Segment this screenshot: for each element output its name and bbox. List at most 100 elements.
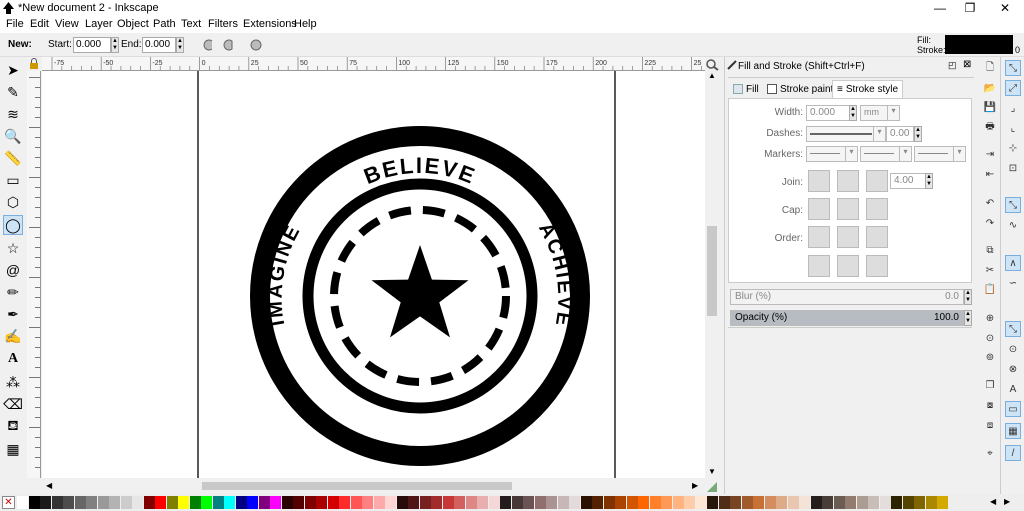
dash-offset-spin-arrows[interactable]: ▲ ▼	[914, 126, 922, 142]
zoom-page-icon[interactable]: ⊚	[982, 349, 998, 365]
color-swatch[interactable]	[649, 496, 661, 509]
spiral-tool-icon[interactable]: @	[3, 260, 23, 280]
color-swatch[interactable]	[454, 496, 465, 509]
color-swatch[interactable]	[488, 496, 500, 509]
snap-others-icon[interactable]: ⤡	[1005, 321, 1021, 337]
color-swatch[interactable]	[465, 496, 477, 509]
clone-icon[interactable]: ⧇	[982, 397, 998, 413]
spray-tool-icon[interactable]: ⁂	[3, 372, 23, 392]
tab-fill[interactable]: Fill	[733, 80, 759, 98]
color-swatch[interactable]	[626, 496, 638, 509]
color-swatch[interactable]	[615, 496, 626, 509]
round-cap-button[interactable]	[837, 198, 859, 220]
blur-spin-arrows[interactable]: ▲ ▼	[964, 289, 972, 305]
tab-stroke-paint[interactable]: Stroke paint	[767, 80, 833, 98]
save-icon[interactable]: 💾	[982, 99, 998, 115]
color-swatch[interactable]	[212, 496, 224, 509]
bevel-join-button[interactable]	[866, 170, 888, 192]
snap-bbox-corner-icon[interactable]: ⌞	[1005, 120, 1021, 136]
menu-path[interactable]: Path	[153, 18, 176, 30]
snap-guides-icon[interactable]: /	[1005, 445, 1021, 461]
color-swatch[interactable]	[40, 496, 51, 509]
selector-tool-icon[interactable]: ➤	[3, 60, 23, 80]
color-swatch[interactable]	[833, 496, 845, 509]
unit-select[interactable]: mm ▾	[860, 105, 900, 121]
color-swatch[interactable]	[189, 496, 201, 509]
menu-file[interactable]: File	[6, 18, 24, 30]
width-input[interactable]: 0.000	[806, 105, 850, 121]
color-swatch[interactable]	[258, 496, 270, 509]
color-swatch[interactable]	[695, 496, 707, 509]
order-stroke-markers-fill-button[interactable]	[837, 255, 859, 277]
color-swatch[interactable]	[592, 496, 603, 509]
color-swatch[interactable]	[776, 496, 787, 509]
snap-cusp-icon[interactable]: ∧	[1005, 255, 1021, 271]
width-spin-arrows[interactable]: ▲ ▼	[849, 105, 857, 121]
menu-view[interactable]: View	[55, 18, 79, 30]
color-swatch[interactable]	[810, 496, 822, 509]
scroll-down-icon[interactable]: ▼	[708, 467, 716, 476]
scroll-right-icon[interactable]: ▶	[692, 481, 698, 490]
start-spin-arrows[interactable]: ▲ ▼	[111, 37, 119, 53]
color-swatch[interactable]	[718, 496, 730, 509]
pencil-tool-icon[interactable]: ✏	[3, 282, 23, 302]
color-swatch[interactable]	[546, 496, 557, 509]
snap-center-icon[interactable]: ⊙	[1005, 341, 1021, 357]
fill-swatch[interactable]	[945, 35, 1013, 54]
no-paint-swatch[interactable]: ✕	[2, 496, 15, 509]
dash-pattern-select[interactable]: ▾	[806, 126, 886, 142]
color-swatch[interactable]	[51, 496, 63, 509]
color-swatch[interactable]	[569, 496, 580, 509]
xml-editor-icon[interactable]: ⌖	[982, 445, 998, 461]
scroll-left-icon[interactable]: ◀	[46, 481, 52, 490]
butt-cap-button[interactable]	[808, 198, 830, 220]
opacity-slider[interactable]: Opacity (%) 100.0	[730, 310, 964, 326]
arc-segment-icon[interactable]	[222, 39, 234, 51]
color-swatch[interactable]	[684, 496, 695, 509]
zoom-correction-icon[interactable]	[705, 58, 719, 71]
color-swatch[interactable]	[879, 496, 891, 509]
export-icon[interactable]: ⇤	[982, 166, 998, 182]
panel-collapse-button[interactable]: ◰	[948, 60, 957, 71]
color-swatch[interactable]	[661, 496, 672, 509]
snap-page-border-icon[interactable]: ▭	[1005, 401, 1021, 417]
menu-text[interactable]: Text	[181, 18, 201, 30]
fill-stroke-indicator[interactable]: Fill: Stroke: 0	[915, 34, 1023, 56]
color-swatch[interactable]	[477, 496, 488, 509]
tab-stroke-style[interactable]: ≡ Stroke style	[832, 80, 904, 98]
round-join-button[interactable]	[837, 170, 859, 192]
menu-filters[interactable]: Filters	[208, 18, 238, 30]
copy-icon[interactable]: ⧉	[982, 242, 998, 258]
color-swatch[interactable]	[845, 496, 856, 509]
end-spin-arrows[interactable]: ▲ ▼	[176, 37, 184, 53]
color-swatch[interactable]	[316, 496, 327, 509]
cut-icon[interactable]: ✂	[982, 262, 998, 278]
color-swatch[interactable]	[580, 496, 592, 509]
color-swatch[interactable]	[914, 496, 925, 509]
color-swatch[interactable]	[753, 496, 764, 509]
color-swatch[interactable]	[339, 496, 350, 509]
color-swatch[interactable]	[143, 496, 155, 509]
order-markers-stroke-fill-button[interactable]	[866, 255, 888, 277]
color-swatch[interactable]	[373, 496, 385, 509]
start-marker-select[interactable]: ▾	[806, 146, 858, 162]
snap-bbox-center-icon[interactable]: ⊡	[1005, 160, 1021, 176]
square-cap-button[interactable]	[866, 198, 888, 220]
maximize-button[interactable]: ❐	[955, 1, 985, 16]
order-stroke-fill-markers-button[interactable]	[837, 226, 859, 248]
zoom-selection-icon[interactable]: ⊕	[982, 310, 998, 326]
color-swatch[interactable]	[293, 496, 304, 509]
open-icon[interactable]: 📂	[982, 80, 998, 96]
color-swatch[interactable]	[500, 496, 511, 509]
horizontal-scrollbar[interactable]: ◀ ▶	[42, 478, 705, 494]
node-tool-icon[interactable]: ✎	[3, 82, 23, 102]
snap-text-baseline-icon[interactable]: A	[1005, 381, 1021, 397]
menu-extensions[interactable]: Extensions	[243, 18, 297, 30]
snap-enable-icon[interactable]: ⤡	[1005, 60, 1021, 76]
snap-nodes-icon[interactable]: ⤡	[1005, 197, 1021, 213]
color-swatch[interactable]	[764, 496, 776, 509]
scroll-up-icon[interactable]: ▲	[708, 71, 716, 80]
panel-close-button[interactable]: ⊠	[963, 59, 971, 70]
color-swatch[interactable]	[431, 496, 442, 509]
color-swatch[interactable]	[327, 496, 339, 509]
